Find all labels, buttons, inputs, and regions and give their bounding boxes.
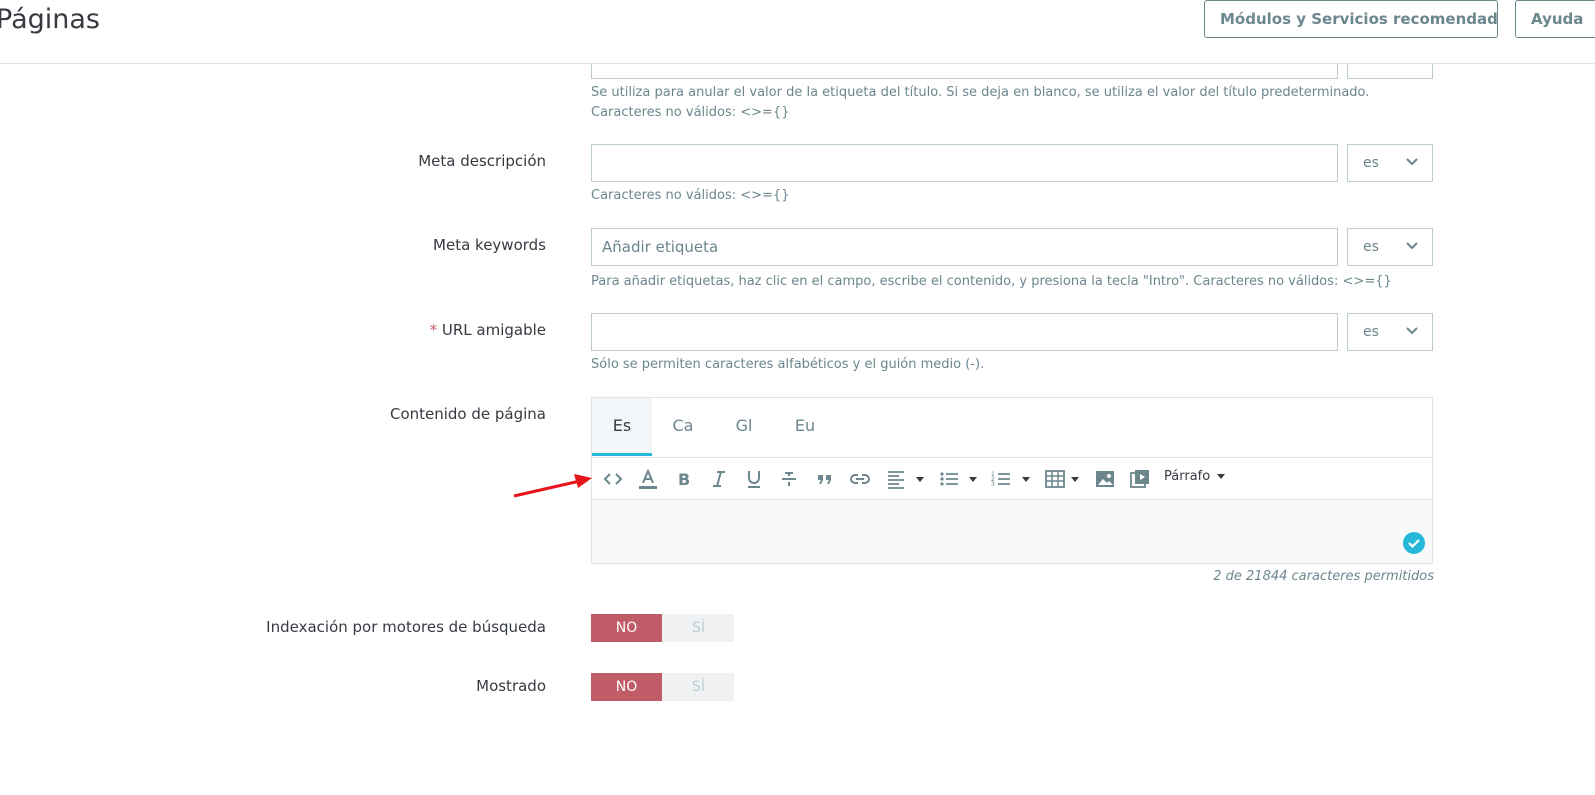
character-counter: 2 de 21844 caracteres permitidos	[1213, 569, 1434, 584]
page-content-label: Contenido de página	[389, 405, 546, 423]
indexing-switch[interactable]: NO SÍ	[591, 614, 734, 642]
svg-text:3: 3	[991, 481, 995, 488]
displayed-switch[interactable]: NO SÍ	[591, 673, 734, 701]
friendly-url-input[interactable]	[591, 313, 1338, 351]
italic-icon[interactable]	[708, 468, 730, 490]
editor-toolbar: B 123 Párrafo	[592, 458, 1432, 500]
displayed-yes-option[interactable]: SÍ	[663, 673, 734, 701]
chevron-down-icon	[1406, 327, 1418, 335]
help-button[interactable]: Ayuda	[1515, 0, 1595, 38]
quote-icon[interactable]	[814, 468, 836, 490]
meta-description-lang-select[interactable]: es	[1347, 144, 1433, 182]
meta-keywords-input[interactable]: Añadir etiqueta	[591, 228, 1338, 266]
meta-description-help: Caracteres no válidos: <>={}	[591, 188, 790, 203]
media-icon[interactable]	[1129, 468, 1151, 490]
align-dropdown-caret[interactable]	[916, 477, 924, 482]
displayed-no-option[interactable]: NO	[591, 673, 662, 701]
font-color-icon[interactable]	[637, 468, 659, 490]
meta-keywords-help: Para añadir etiquetas, haz clic en el ca…	[591, 274, 1392, 289]
paragraph-format-label: Párrafo	[1164, 469, 1211, 484]
bold-icon[interactable]: B	[673, 468, 695, 490]
bullet-list-icon[interactable]	[938, 468, 960, 490]
svg-text:B: B	[678, 470, 690, 489]
caret-down-icon	[1217, 474, 1226, 479]
align-icon[interactable]	[885, 468, 907, 490]
required-mark: *	[429, 321, 438, 339]
friendly-url-lang-select[interactable]: es	[1347, 313, 1433, 351]
recommended-modules-button[interactable]: Módulos y Servicios recomendados	[1204, 0, 1498, 38]
page-header: Páginas Módulos y Servicios recomendados…	[0, 0, 1595, 64]
meta-description-label: Meta descripción	[418, 152, 546, 170]
tab-eu[interactable]: Eu	[776, 398, 834, 456]
numbered-list-icon[interactable]: 123	[990, 468, 1012, 490]
meta-description-lang-value: es	[1363, 155, 1379, 171]
indexing-no-option[interactable]: NO	[591, 614, 662, 642]
link-icon[interactable]	[849, 468, 871, 490]
meta-title-help: Se utiliza para anular el valor de la et…	[591, 85, 1370, 120]
page-title: Páginas	[0, 4, 100, 35]
check-badge-icon	[1403, 532, 1425, 554]
editor-content-area[interactable]	[592, 500, 1432, 563]
table-dropdown-caret[interactable]	[1071, 477, 1079, 482]
meta-keywords-lang-value: es	[1363, 239, 1379, 255]
bullet-list-dropdown-caret[interactable]	[969, 477, 977, 482]
friendly-url-lang-value: es	[1363, 324, 1379, 340]
meta-description-input[interactable]	[591, 144, 1338, 182]
strikethrough-icon[interactable]	[778, 468, 800, 490]
language-tabs: Es Ca Gl Eu	[592, 398, 1432, 458]
rich-text-editor: Es Ca Gl Eu B 1 2 3 Párrafo	[591, 397, 1433, 564]
chevron-down-icon	[1406, 158, 1418, 166]
paragraph-format-dropdown[interactable]: Párrafo	[1164, 469, 1226, 484]
indexing-yes-option[interactable]: SÍ	[663, 614, 734, 642]
friendly-url-label: * URL amigable	[430, 321, 546, 339]
tab-gl[interactable]: Gl	[715, 398, 773, 456]
friendly-url-label-text: URL amigable	[441, 321, 546, 339]
displayed-label: Mostrado	[476, 677, 546, 695]
tab-es[interactable]: Es	[592, 398, 652, 456]
numbered-list-dropdown-caret[interactable]	[1022, 477, 1030, 482]
indexing-label: Indexación por motores de búsqueda	[266, 618, 546, 636]
meta-keywords-label: Meta keywords	[433, 236, 546, 254]
friendly-url-help: Sólo se permiten caracteres alfabéticos …	[591, 357, 985, 372]
code-view-icon[interactable]	[602, 468, 624, 490]
tab-ca[interactable]: Ca	[654, 398, 712, 456]
underline-icon[interactable]	[743, 468, 765, 490]
image-icon[interactable]	[1094, 468, 1116, 490]
chevron-down-icon	[1406, 242, 1418, 250]
meta-keywords-lang-select[interactable]: es	[1347, 228, 1433, 266]
table-icon[interactable]	[1044, 468, 1066, 490]
annotation-arrow	[513, 474, 592, 498]
